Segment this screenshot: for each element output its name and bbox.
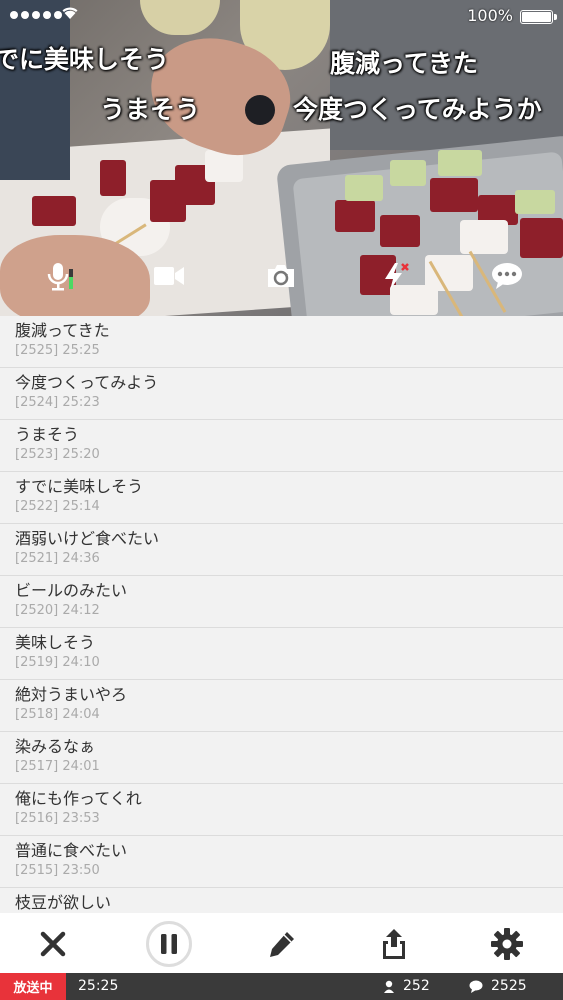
skewer-meat: [335, 200, 375, 232]
comment-text: 絶対うまいやろ: [15, 685, 128, 704]
camera-flip-icon: [268, 265, 294, 287]
comment-row[interactable]: 俺にも作ってくれ [2516] 23:53: [0, 784, 563, 836]
skewer-vegetable: [438, 150, 482, 176]
comment-row[interactable]: 腹減ってきた [2525] 25:25: [0, 316, 563, 368]
comment-text: 今度つくってみよう: [15, 373, 159, 392]
eggplant-piece: [245, 95, 275, 125]
comment-list[interactable]: 腹減ってきた [2525] 25:25 今度つくってみよう [2524] 25:23 う…: [0, 316, 563, 913]
share-button[interactable]: [371, 921, 417, 967]
flash-button[interactable]: [376, 258, 412, 294]
comment-row[interactable]: 染みるなぁ [2517] 24:01: [0, 732, 563, 784]
comment-text: 腹減ってきた: [15, 321, 110, 340]
comment-row[interactable]: うまそう [2523] 25:20: [0, 420, 563, 472]
comment-text: 酒弱いけど食べたい: [15, 529, 160, 548]
broadcast-footer: 放送中 25:25 252 2525: [0, 973, 563, 1000]
comment-meta: [2516] 23:53: [15, 811, 100, 826]
microphone-icon: [47, 263, 73, 291]
camera-flip-button[interactable]: [263, 258, 299, 294]
meat-piece: [100, 160, 126, 196]
skewer-vegetable: [390, 160, 426, 186]
close-icon: [40, 931, 66, 957]
skewer-meat: [430, 178, 478, 212]
pause-ring: [146, 921, 192, 967]
video-camera-icon: [154, 267, 184, 285]
skewer-vegetable: [345, 175, 383, 201]
bottom-toolbar: [0, 913, 563, 973]
skewer-meat: [380, 215, 420, 247]
comment-text: 普通に食べたい: [15, 841, 128, 860]
comment-meta: [2525] 25:25: [15, 343, 100, 358]
battery-tip: [554, 14, 557, 20]
comment-text: 俺にも作ってくれ: [15, 789, 142, 808]
comment-meta: [2515] 23:50: [15, 863, 100, 878]
comment-meta: [2517] 24:01: [15, 759, 100, 774]
overlay-comment: 腹減ってきた: [330, 49, 479, 78]
comment-row[interactable]: ビールのみたい [2520] 24:12: [0, 576, 563, 628]
comment-row[interactable]: 美味しそう [2519] 24:10: [0, 628, 563, 680]
share-icon: [383, 929, 405, 959]
overlay-comment: でに美味しそう: [0, 45, 170, 74]
pencil-icon: [270, 932, 294, 957]
microphone-button[interactable]: [42, 258, 78, 294]
comment-text: ビールのみたい: [15, 581, 128, 600]
viewer-count-value: 252: [403, 978, 430, 994]
speech-bubble-icon: [469, 980, 483, 993]
comment-row[interactable]: 枝豆が欲しい: [0, 888, 563, 913]
flash-off-icon: [385, 263, 409, 290]
comment-toggle-button[interactable]: [489, 258, 525, 294]
skewer-radish: [460, 220, 508, 254]
skewer-meat: [520, 218, 563, 258]
comment-row[interactable]: 酒弱いけど食べたい [2521] 24:36: [0, 524, 563, 576]
speech-bubble-icon: [492, 263, 522, 289]
live-badge: 放送中: [0, 973, 66, 1000]
video-button[interactable]: [151, 258, 187, 294]
comment-text: すでに美味しそう: [15, 477, 144, 496]
gear-icon: [491, 928, 523, 960]
overlay-comment: うまそう: [100, 95, 201, 124]
comment-meta: [2518] 24:04: [15, 707, 100, 722]
comment-meta: [2520] 24:12: [15, 603, 100, 618]
comment-meta: [2521] 24:36: [15, 551, 100, 566]
comment-meta: [2524] 25:23: [15, 395, 100, 410]
status-bar: 100%: [0, 0, 563, 32]
viewer-count: 252: [383, 978, 430, 994]
signal-strength-icon: [10, 11, 62, 19]
comment-row[interactable]: すでに美味しそう [2522] 25:14: [0, 472, 563, 524]
settings-button[interactable]: [484, 921, 530, 967]
comment-row[interactable]: 今度つくってみよう [2524] 25:23: [0, 368, 563, 420]
wifi-icon: [62, 7, 78, 19]
camera-preview: でに美味しそう 腹減ってきた うまそう 今度つくってみようか 100%: [0, 0, 563, 316]
close-button[interactable]: [30, 921, 76, 967]
comment-row[interactable]: 普通に食べたい [2515] 23:50: [0, 836, 563, 888]
comment-text: 枝豆が欲しい: [15, 893, 112, 912]
battery-icon: [520, 10, 553, 24]
skewer-vegetable: [515, 190, 555, 214]
comment-text: 美味しそう: [15, 633, 96, 652]
meat-piece: [32, 196, 76, 226]
comment-text: うまそう: [15, 425, 80, 444]
comment-row[interactable]: 絶対うまいやろ [2518] 24:04: [0, 680, 563, 732]
elapsed-time: 25:25: [78, 978, 119, 994]
person-icon: [384, 980, 394, 993]
overlay-comment: 今度つくってみようか: [293, 95, 542, 124]
battery-percent: 100%: [467, 6, 513, 25]
pause-icon: [161, 934, 177, 954]
comment-meta: [2523] 25:20: [15, 447, 100, 462]
comment-text: 染みるなぁ: [15, 737, 96, 756]
edit-button[interactable]: [259, 921, 305, 967]
comment-count: 2525: [469, 978, 527, 994]
pause-button[interactable]: [146, 921, 192, 967]
comment-meta: [2519] 24:10: [15, 655, 100, 670]
comment-count-value: 2525: [491, 978, 527, 994]
comment-meta: [2522] 25:14: [15, 499, 100, 514]
